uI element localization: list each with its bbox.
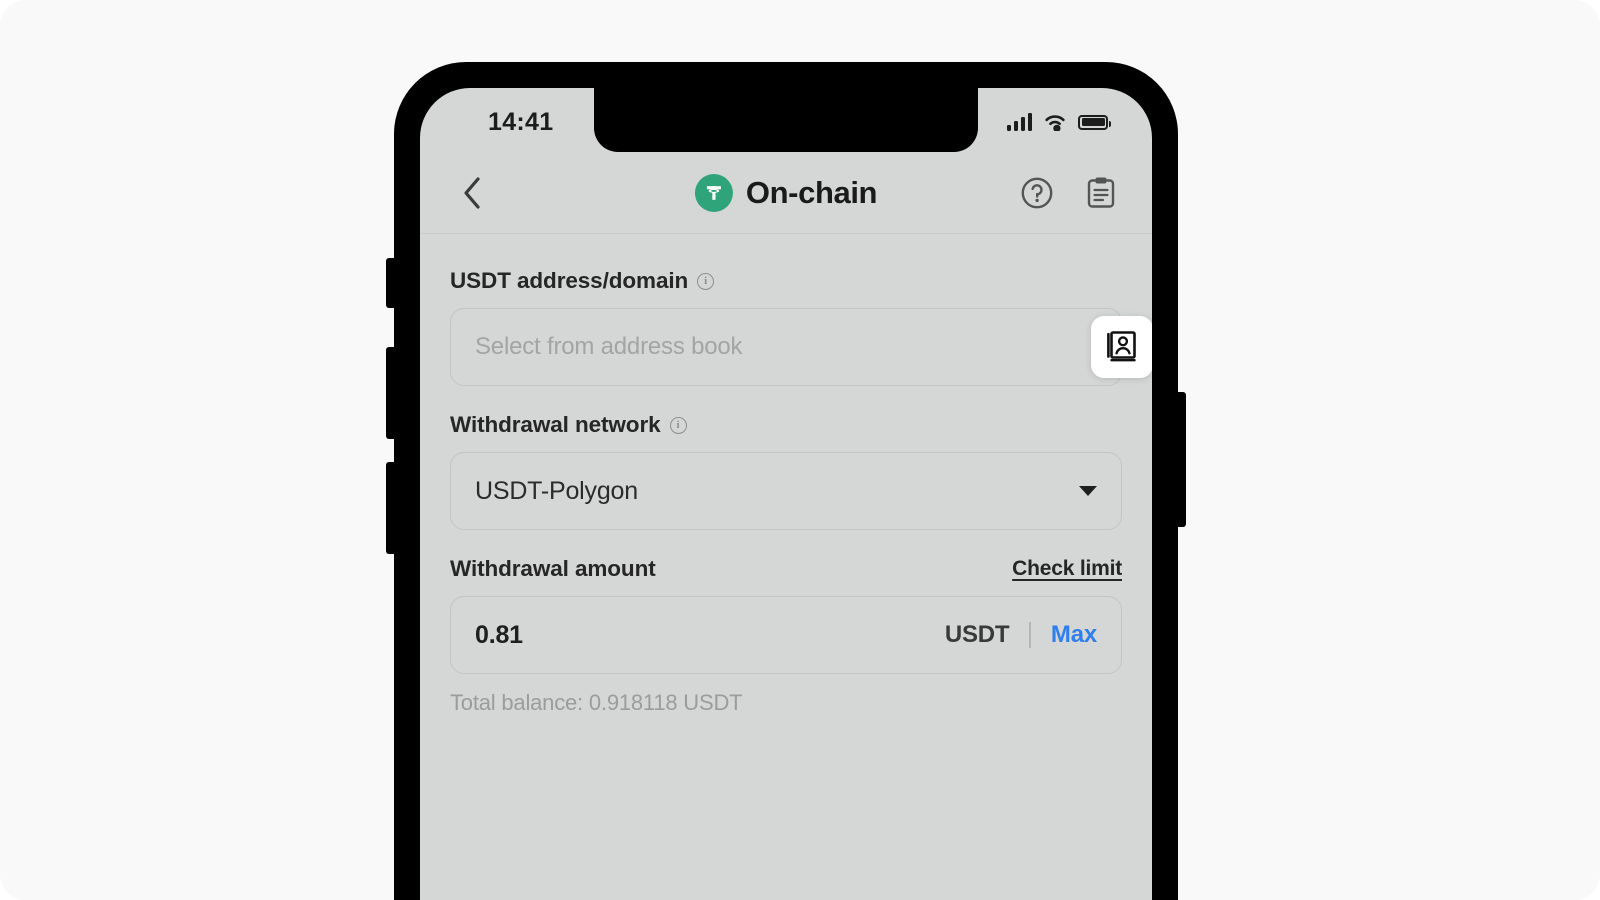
- tether-logo-icon: [694, 173, 733, 212]
- silent-switch-button[interactable]: [386, 258, 395, 308]
- network-field-group: Withdrawal network i USDT-Polygon: [450, 412, 1122, 530]
- amount-divider: [1029, 622, 1031, 648]
- phone-notch: [594, 88, 978, 152]
- history-button[interactable]: [1080, 172, 1122, 214]
- amount-label: Withdrawal amount: [450, 556, 656, 582]
- volume-down-button[interactable]: [386, 462, 395, 554]
- chevron-down-icon[interactable]: [1079, 486, 1097, 496]
- nav-actions: [1016, 172, 1122, 214]
- clipboard-list-icon: [1087, 177, 1115, 208]
- status-bar-icons: [1006, 113, 1111, 131]
- cellular-signal-icon: [1006, 113, 1032, 131]
- status-bar-time: 14:41: [488, 107, 554, 136]
- help-circle-icon: [1021, 177, 1053, 208]
- max-button[interactable]: Max: [1051, 621, 1097, 649]
- withdrawal-form: USDT address/domain i Select from addres…: [420, 234, 1152, 716]
- volume-up-button[interactable]: [386, 347, 395, 439]
- navigation-bar: On-chain: [420, 152, 1152, 234]
- phone-device-frame: 14:41 On-chain USDT address/domain i Sel…: [386, 62, 1186, 900]
- amount-input-suffix: USDT Max: [945, 621, 1097, 649]
- network-label-row: Withdrawal network i: [450, 412, 1122, 438]
- nav-title-group: On-chain: [694, 173, 878, 212]
- address-field-group: USDT address/domain i Select from addres…: [450, 268, 1152, 386]
- network-select[interactable]: USDT-Polygon: [450, 452, 1122, 530]
- power-button[interactable]: [1177, 392, 1186, 527]
- address-label-row: USDT address/domain i: [450, 268, 1122, 294]
- amount-label-row: Withdrawal amount Check limit: [450, 556, 1122, 582]
- wifi-icon: [1045, 115, 1065, 131]
- page-title: On-chain: [745, 174, 878, 210]
- address-book-icon: [1107, 331, 1136, 362]
- battery-icon: [1078, 114, 1111, 130]
- check-limit-link[interactable]: Check limit: [1012, 557, 1122, 581]
- network-selected-value: USDT-Polygon: [475, 476, 638, 505]
- help-button[interactable]: [1016, 172, 1058, 214]
- amount-field-group: Withdrawal amount Check limit 0.81 USDT …: [450, 556, 1122, 716]
- total-balance-text: Total balance: 0.918118 USDT: [450, 690, 743, 715]
- network-label: Withdrawal network i: [450, 412, 687, 438]
- chevron-left-icon: [464, 176, 480, 209]
- info-circle-icon[interactable]: i: [697, 272, 715, 290]
- network-label-text: Withdrawal network: [450, 412, 661, 437]
- address-label-text: USDT address/domain: [450, 268, 689, 293]
- phone-screen: 14:41 On-chain USDT address/domain i Sel…: [420, 88, 1152, 900]
- address-book-button[interactable]: [1091, 316, 1152, 378]
- amount-input-value: 0.81: [475, 620, 523, 649]
- amount-input[interactable]: 0.81 USDT Max: [450, 596, 1122, 674]
- amount-label-text: Withdrawal amount: [450, 556, 656, 581]
- amount-currency-label: USDT: [944, 621, 1010, 648]
- address-label: USDT address/domain i: [450, 268, 715, 294]
- address-input-placeholder: Select from address book: [475, 333, 743, 360]
- back-button[interactable]: [448, 169, 496, 217]
- info-circle-icon[interactable]: i: [669, 416, 687, 434]
- page-canvas: 14:41 On-chain USDT address/domain i Sel…: [0, 0, 1600, 900]
- address-input[interactable]: Select from address book: [450, 308, 1152, 386]
